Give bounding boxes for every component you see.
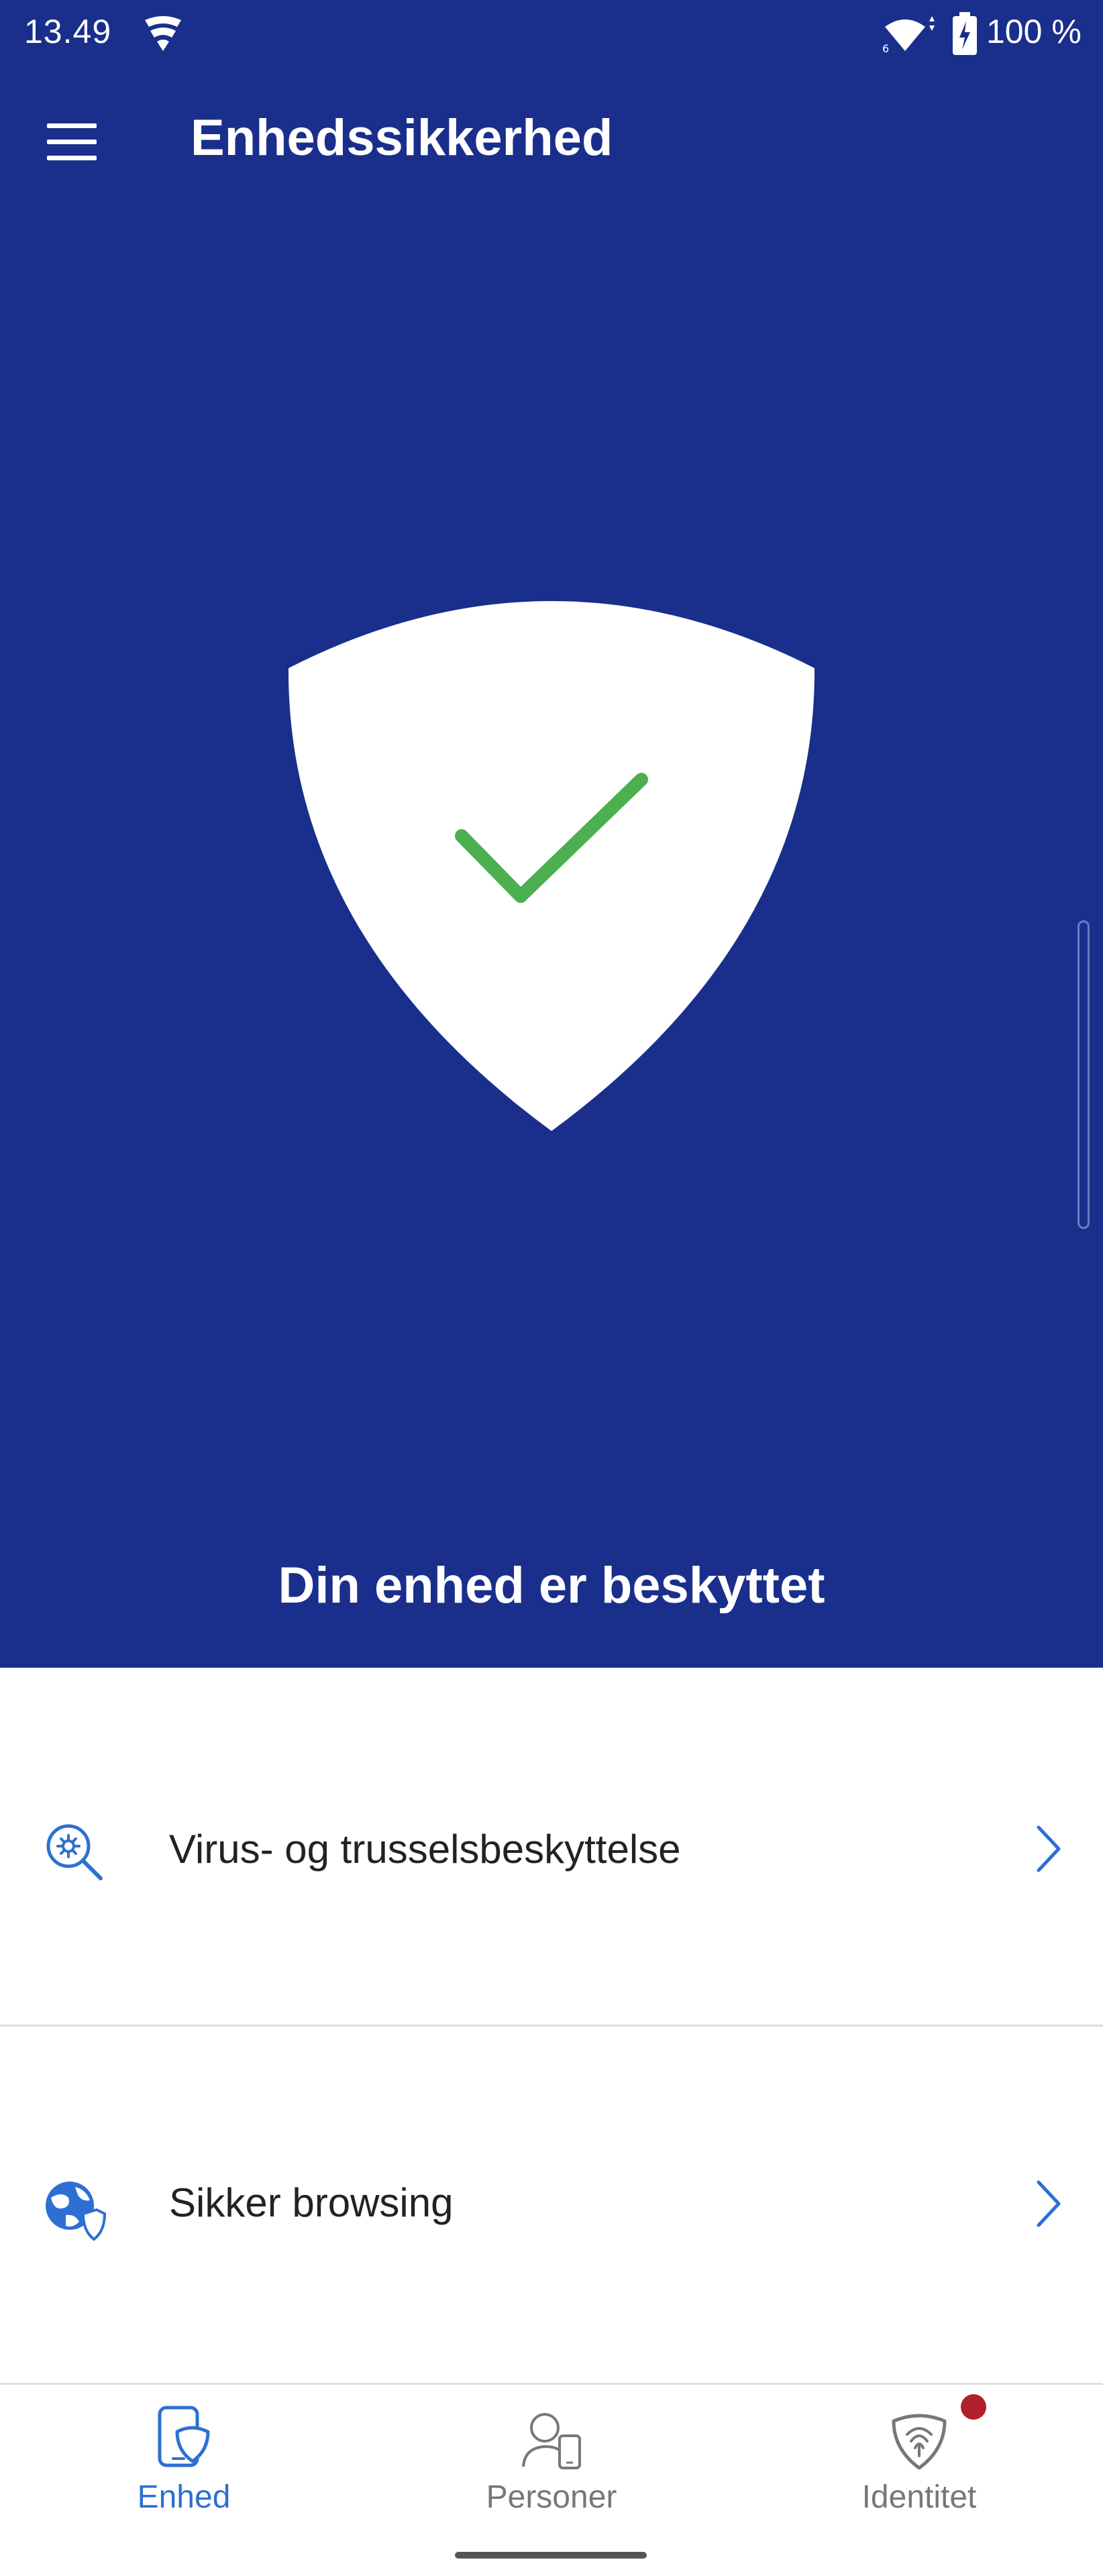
fingerprint-shield-icon [892, 2414, 947, 2470]
bottom-navigation: Enhed Personer Identitet [0, 2383, 1103, 2537]
status-bar: 13.49 6 100 % [0, 0, 1103, 74]
wifi-icon: 6 [882, 16, 935, 54]
page-title: Enhedssikkerhed [191, 109, 613, 166]
tab-identitet-label: Identitet [861, 2479, 977, 2515]
safe-browsing-item[interactable]: Sikker browsing [0, 2027, 1103, 2383]
scrollbar[interactable] [1078, 920, 1090, 1229]
status-time: 13.49 [24, 13, 112, 50]
chevron-right-icon [1037, 2180, 1061, 2227]
app-bar: Enhedssikkerhed [0, 87, 1103, 188]
virus-threat-protection-label: Virus- og trusselsbeskyttelse [169, 1827, 681, 1872]
person-device-icon [522, 2413, 581, 2469]
hamburger-menu-icon[interactable] [40, 114, 107, 168]
phone-shield-icon [158, 2406, 210, 2467]
app-notification-icon [145, 16, 181, 51]
gesture-navigation-bar[interactable] [455, 2552, 647, 2559]
tab-personer-label: Personer [486, 2479, 617, 2515]
tab-enhed-label: Enhed [137, 2479, 231, 2515]
virus-threat-protection-item[interactable]: Virus- og trusselsbeskyttelse [0, 1670, 1103, 2027]
chevron-right-icon [1037, 1825, 1061, 1872]
tab-enhed[interactable]: Enhed [0, 2385, 368, 2539]
virus-search-icon [46, 1824, 103, 1880]
battery-percentage: 100 % [986, 13, 1082, 50]
protection-status-text: Din enhed er beskyttet [278, 1557, 825, 1614]
svg-text:6: 6 [882, 42, 889, 54]
battery-icon [953, 12, 977, 55]
tab-personer[interactable]: Personer [368, 2385, 735, 2539]
notification-badge [961, 2394, 986, 2420]
tab-identitet[interactable]: Identitet [735, 2385, 1103, 2539]
shield-check-icon [288, 601, 815, 1131]
safe-browsing-label: Sikker browsing [169, 2180, 454, 2225]
globe-shield-icon [46, 2182, 106, 2241]
